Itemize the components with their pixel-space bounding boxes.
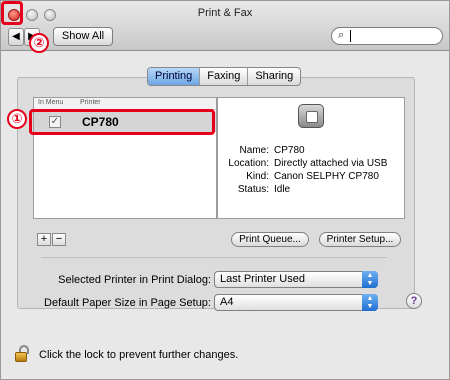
selected-printer-value: Last Printer Used <box>220 273 305 285</box>
callout-one: ① <box>7 109 27 129</box>
search-field[interactable]: ⌕ <box>331 27 443 45</box>
printer-setup-button[interactable]: Printer Setup... <box>319 232 401 247</box>
printer-icon <box>298 104 324 128</box>
printer-info-pane: Name: CP780 Location: Directly attached vi… <box>217 97 405 219</box>
name-key: Name: <box>239 145 269 156</box>
tab-sharing[interactable]: Sharing <box>248 68 300 85</box>
tab-bar: Printing Faxing Sharing <box>147 67 302 86</box>
remove-printer-button[interactable]: − <box>52 233 66 246</box>
close-button-highlight <box>1 1 23 25</box>
column-printer[interactable]: Printer <box>80 99 101 106</box>
window-title: Print & Fax <box>197 7 253 19</box>
status-key: Status: <box>237 184 269 195</box>
print-queue-button[interactable]: Print Queue... <box>231 232 309 247</box>
popup-arrows-icon: ▲ ▼ <box>362 294 378 311</box>
location-value: Directly attached via USB <box>274 158 388 169</box>
title-bar: Print & Fax ◀ ▶ Show All ⌕ <box>1 1 449 51</box>
callout-two: ② <box>29 33 49 53</box>
help-button[interactable]: ? <box>406 293 422 309</box>
text-caret <box>350 30 351 42</box>
kind-key: Kind: <box>246 171 269 182</box>
printer-row-highlight <box>29 109 215 135</box>
back-button[interactable]: ◀ <box>8 28 24 46</box>
kind-value: Canon SELPHY CP780 <box>274 171 379 182</box>
paper-size-label: Default Paper Size in Page Setup: <box>44 297 211 309</box>
lock-message: Click the lock to prevent further change… <box>39 349 239 361</box>
location-key: Location: <box>228 158 269 169</box>
tab-faxing[interactable]: Faxing <box>200 68 249 85</box>
search-icon: ⌕ <box>338 29 345 41</box>
divider <box>41 257 387 258</box>
lock-icon[interactable] <box>15 345 29 363</box>
selected-printer-label: Selected Printer in Print Dialog: <box>58 274 211 286</box>
status-value: Idle <box>274 184 291 195</box>
selected-printer-popup[interactable]: Last Printer Used ▲ ▼ <box>214 271 378 288</box>
print-fax-window: Print & Fax ◀ ▶ Show All ⌕ ② Printing Fa… <box>0 0 450 380</box>
printer-details: Name: CP780 Location: Directly attached vi… <box>218 144 404 196</box>
paper-size-popup[interactable]: A4 ▲ ▼ <box>214 294 378 311</box>
name-value: CP780 <box>274 145 305 156</box>
show-all-button[interactable]: Show All <box>53 27 113 46</box>
popup-arrows-icon: ▲ ▼ <box>362 271 378 288</box>
column-in-menu[interactable]: In Menu <box>38 99 63 106</box>
tab-printing[interactable]: Printing <box>148 68 201 85</box>
paper-size-value: A4 <box>220 296 234 308</box>
add-printer-button[interactable]: + <box>37 233 51 246</box>
